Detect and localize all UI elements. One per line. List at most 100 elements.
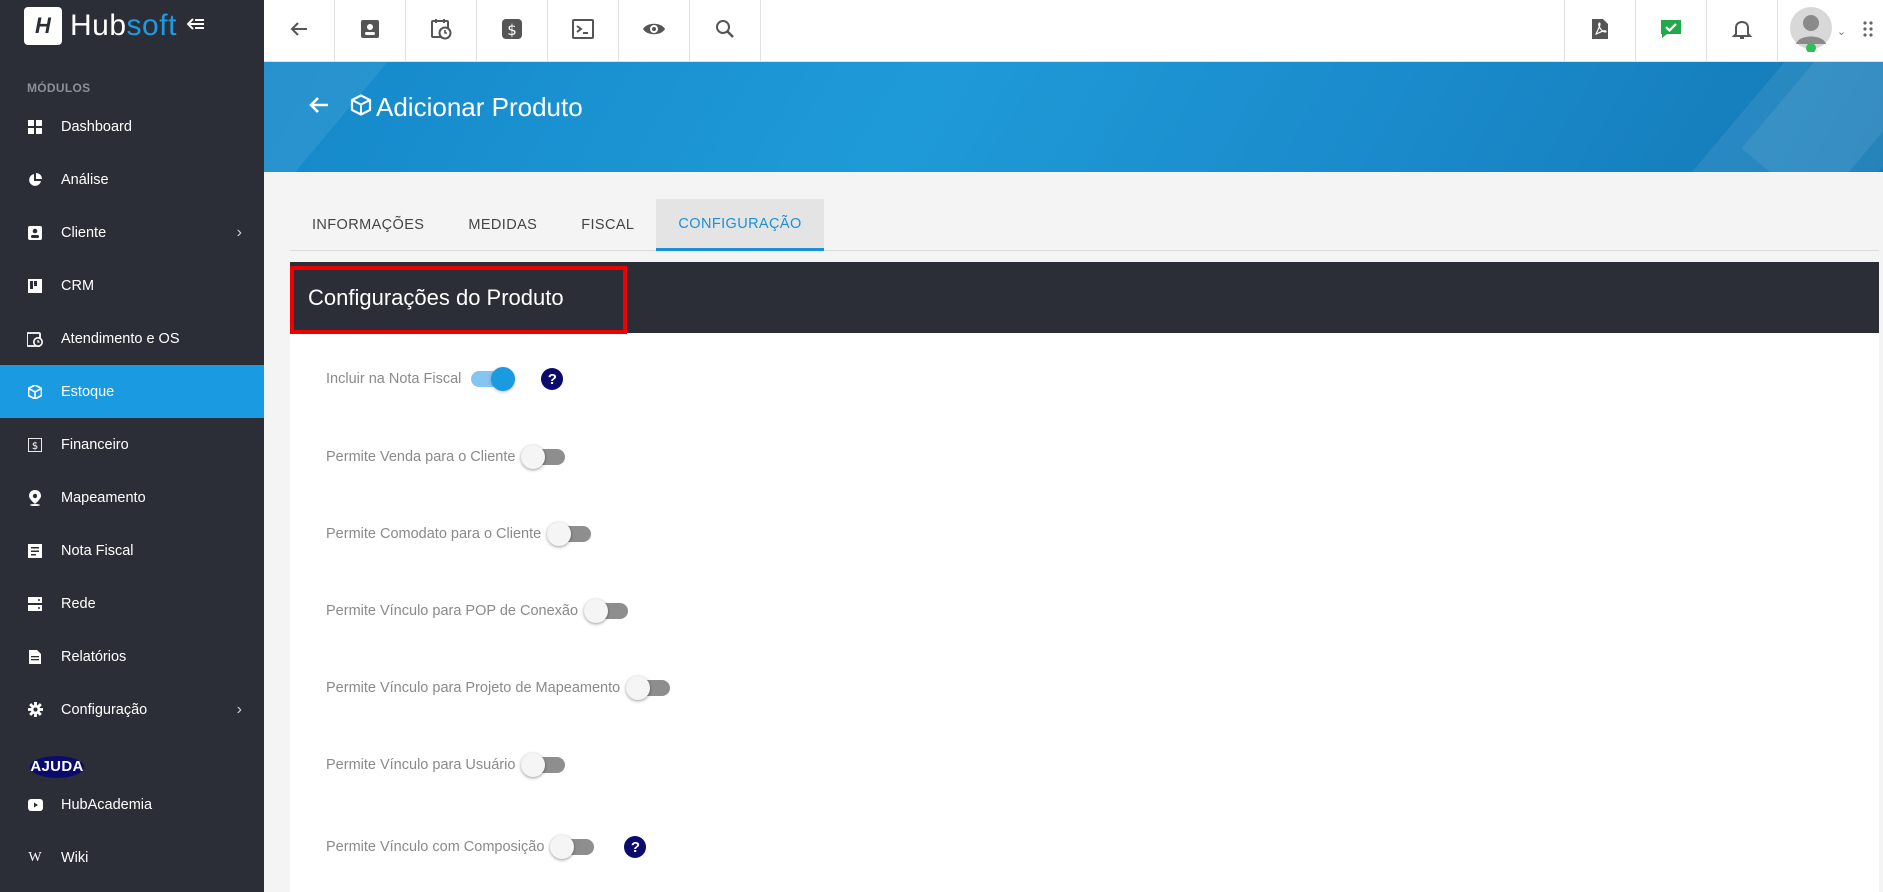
dollar-box-icon: $ bbox=[27, 437, 43, 453]
toggle-knob bbox=[521, 445, 546, 469]
page-header-banner: Adicionar Produto bbox=[264, 62, 1883, 172]
notifications-button[interactable] bbox=[1706, 0, 1777, 62]
bell-icon bbox=[1730, 17, 1754, 46]
sidebar-item-label: Rede bbox=[61, 595, 96, 612]
pie-chart-icon bbox=[27, 172, 43, 188]
toggle-knob bbox=[547, 522, 572, 546]
sidebar-item-wiki[interactable]: W Wiki bbox=[0, 831, 264, 884]
tab-bar: INFORMAÇÕES MEDIDAS FISCAL CONFIGURAÇÃO bbox=[290, 199, 1879, 251]
toggle-knob bbox=[584, 599, 609, 623]
contact-card-icon bbox=[27, 225, 43, 241]
sidebar-item-label: Dashboard bbox=[61, 118, 132, 135]
venda-cliente-toggle[interactable] bbox=[521, 445, 566, 469]
contact-card-icon bbox=[358, 17, 382, 46]
tab-informacoes[interactable]: INFORMAÇÕES bbox=[290, 199, 446, 251]
chevron-down-icon: ⌄ bbox=[1836, 25, 1847, 38]
sidebar-item-cliente[interactable]: Cliente › bbox=[0, 206, 264, 259]
clientes-shortcut-button[interactable] bbox=[335, 0, 406, 62]
chevron-right-icon: › bbox=[236, 700, 242, 718]
sidebar-item-mapeamento[interactable]: Mapeamento bbox=[0, 471, 264, 524]
sidebar-item-analise[interactable]: Análise bbox=[0, 153, 264, 206]
back-arrow-icon[interactable] bbox=[308, 92, 330, 123]
vinculo-projeto-toggle[interactable] bbox=[626, 676, 671, 700]
sidebar-item-nota-fiscal[interactable]: Nota Fiscal bbox=[0, 524, 264, 577]
hubsoft-logo-icon[interactable]: H bbox=[24, 7, 62, 45]
tab-configuracao[interactable]: CONFIGURAÇÃO bbox=[656, 199, 824, 251]
option-vinculo-pop: Permite Vínculo para POP de Conexão bbox=[326, 599, 629, 623]
server-icon bbox=[27, 596, 43, 612]
sidebar-item-label: Wiki bbox=[61, 849, 89, 866]
svg-text:$: $ bbox=[32, 441, 38, 452]
sidebar-item-configuracao[interactable]: Configuração › bbox=[0, 683, 264, 736]
map-pin-icon bbox=[27, 489, 43, 506]
sidebar-item-label: Financeiro bbox=[61, 436, 129, 453]
back-button[interactable] bbox=[264, 0, 335, 62]
sidebar-item-atendimento[interactable]: Atendimento e OS bbox=[0, 312, 264, 365]
search-icon bbox=[713, 17, 737, 46]
topbar: $ ⌄ bbox=[264, 0, 1883, 62]
sidebar-item-label: Mapeamento bbox=[61, 489, 146, 506]
tasks-button[interactable] bbox=[1635, 0, 1706, 62]
back-arrow-icon bbox=[287, 17, 311, 46]
option-vinculo-usuario: Permite Vínculo para Usuário bbox=[326, 753, 566, 777]
option-label: Permite Vínculo para POP de Conexão bbox=[326, 603, 579, 619]
sidebar-item-financeiro[interactable]: $ Financeiro bbox=[0, 418, 264, 471]
collapse-sidebar-icon[interactable] bbox=[186, 15, 205, 38]
sidebar-item-label: Relatórios bbox=[61, 648, 127, 665]
vinculo-usuario-toggle[interactable] bbox=[521, 753, 566, 777]
user-menu[interactable]: ⌄ bbox=[1777, 0, 1857, 62]
toggle-knob bbox=[550, 835, 575, 859]
sidebar-section-help: AJUDA bbox=[30, 756, 84, 778]
dashboard-icon bbox=[27, 119, 43, 135]
tab-fiscal[interactable]: FISCAL bbox=[559, 199, 656, 251]
sidebar-section-modules: MÓDULOS bbox=[27, 81, 91, 95]
option-label: Permite Vínculo com Composição bbox=[326, 839, 545, 855]
sidebar-item-label: Atendimento e OS bbox=[61, 330, 180, 347]
svg-text:$: $ bbox=[507, 21, 517, 39]
sidebar-item-label: CRM bbox=[61, 277, 95, 294]
option-label: Permite Venda para o Cliente bbox=[326, 449, 516, 465]
option-label: Incluir na Nota Fiscal bbox=[326, 371, 462, 387]
sidebar-item-estoque[interactable]: Estoque bbox=[0, 365, 264, 418]
comodato-cliente-toggle[interactable] bbox=[547, 522, 592, 546]
toggle-knob bbox=[521, 753, 546, 777]
sidebar-item-label: HubAcademia bbox=[61, 796, 153, 813]
help-icon[interactable]: ? bbox=[624, 836, 647, 858]
calendar-clock-icon bbox=[429, 17, 453, 46]
atendimento-shortcut-button[interactable] bbox=[406, 0, 477, 62]
sidebar-item-label: Análise bbox=[61, 171, 109, 188]
chevron-right-icon: › bbox=[236, 223, 242, 241]
app-logo-text[interactable]: Hubsoft bbox=[70, 9, 177, 43]
search-button[interactable] bbox=[690, 0, 761, 62]
avatar bbox=[1789, 6, 1833, 57]
terminal-button[interactable] bbox=[548, 0, 619, 62]
sidebar-item-label: Configuração bbox=[61, 701, 148, 718]
financeiro-shortcut-button[interactable]: $ bbox=[477, 0, 548, 62]
sidebar-item-relatorios[interactable]: Relatórios bbox=[0, 630, 264, 683]
view-button[interactable] bbox=[619, 0, 690, 62]
tab-medidas[interactable]: MEDIDAS bbox=[446, 199, 559, 251]
dollar-box-icon: $ bbox=[500, 17, 524, 46]
pdf-button[interactable] bbox=[1564, 0, 1635, 62]
wikipedia-icon: W bbox=[28, 849, 42, 865]
sidebar-item-hubacademia[interactable]: HubAcademia bbox=[0, 778, 264, 831]
sidebar-item-rede[interactable]: Rede bbox=[0, 577, 264, 630]
page-title: Adicionar Produto bbox=[376, 92, 583, 122]
logo-bar: H Hubsoft bbox=[0, 0, 264, 52]
sidebar-item-dashboard[interactable]: Dashboard bbox=[0, 100, 264, 153]
gear-icon bbox=[27, 702, 43, 718]
option-comodato-cliente: Permite Comodato para o Cliente bbox=[326, 522, 592, 546]
toggle-knob bbox=[626, 676, 651, 700]
package-icon bbox=[27, 384, 43, 400]
apps-grid-icon[interactable] bbox=[1862, 19, 1882, 43]
help-icon[interactable]: ? bbox=[541, 368, 564, 390]
option-label: Permite Vínculo para Projeto de Mapeamen… bbox=[326, 680, 621, 696]
vinculo-composicao-toggle[interactable] bbox=[550, 835, 595, 859]
config-card: Configurações do Produto Incluir na Nota… bbox=[290, 262, 1879, 892]
option-venda-cliente: Permite Venda para o Cliente bbox=[326, 445, 566, 469]
incluir-nota-fiscal-toggle[interactable] bbox=[471, 367, 516, 391]
sidebar-item-crm[interactable]: CRM bbox=[0, 259, 264, 312]
toggle-knob bbox=[491, 367, 516, 391]
option-vinculo-projeto: Permite Vínculo para Projeto de Mapeamen… bbox=[326, 676, 671, 700]
vinculo-pop-toggle[interactable] bbox=[584, 599, 629, 623]
